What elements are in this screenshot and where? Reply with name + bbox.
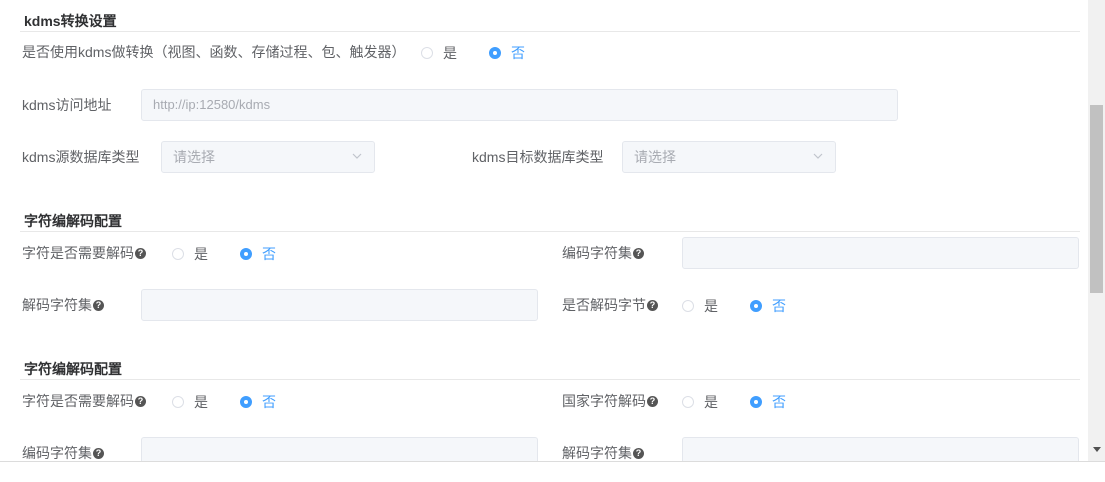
decode-charset-2-input[interactable] [682, 437, 1079, 461]
kdms-target-db-select[interactable]: 请选择 [622, 141, 836, 173]
radio-label: 否 [262, 246, 276, 262]
kdms-use-yes-radio[interactable]: 是 [421, 43, 457, 63]
question-circle-icon[interactable]: ? [633, 447, 644, 459]
radio-unchecked-icon [172, 248, 184, 260]
scroll-down-arrow-icon[interactable] [1093, 447, 1101, 452]
kdms-use-no-radio[interactable]: 否 [489, 43, 525, 63]
kdms-source-db-label: kdms源数据库类型 [22, 149, 140, 165]
kdms-use-label: 是否使用kdms做转换（视图、函数、存储过程、包、触发器） [22, 44, 406, 60]
footer-area [0, 462, 1105, 482]
radio-checked-icon [489, 47, 501, 59]
select-placeholder: 请选择 [634, 149, 676, 165]
need-decode-2-no-radio[interactable]: 否 [240, 392, 276, 412]
radio-label: 是 [194, 246, 208, 262]
radio-unchecked-icon [172, 396, 184, 408]
radio-checked-icon [750, 396, 762, 408]
charset2-section-divider [20, 379, 1080, 380]
label-text: 解码字符集 [562, 445, 632, 461]
select-placeholder: 请选择 [173, 149, 215, 165]
radio-label: 否 [511, 45, 525, 61]
radio-unchecked-icon [421, 47, 433, 59]
kdms-url-label: kdms访问地址 [22, 97, 112, 113]
question-circle-icon[interactable]: ? [135, 395, 146, 407]
charset2-section-title: 字符编解码配置 [24, 361, 122, 377]
chevron-down-icon [352, 153, 362, 159]
question-circle-icon[interactable]: ? [647, 299, 658, 311]
kdms-source-db-select[interactable]: 请选择 [161, 141, 375, 173]
kdms-url-input[interactable]: http://ip:12580/kdms [141, 89, 898, 121]
label-text: 字符是否需要解码 [22, 245, 134, 261]
decode-charset-input[interactable] [141, 289, 538, 321]
national-decode-no-radio[interactable]: 否 [750, 392, 786, 412]
radio-label: 否 [262, 394, 276, 410]
radio-checked-icon [240, 396, 252, 408]
decode-charset-label: 解码字符集? [22, 295, 104, 315]
encode-charset-input[interactable] [682, 237, 1079, 269]
need-decode-no-radio[interactable]: 否 [240, 244, 276, 264]
label-text: 是否解码字节 [562, 297, 646, 313]
kdms-target-db-label: kdms目标数据库类型 [472, 149, 604, 165]
radio-unchecked-icon [682, 396, 694, 408]
encode-charset-label: 编码字符集? [562, 243, 644, 263]
vertical-scrollbar[interactable] [1088, 0, 1105, 461]
encode-charset-2-label: 编码字符集? [22, 443, 104, 463]
need-decode-2-label: 字符是否需要解码? [22, 391, 146, 411]
radio-checked-icon [240, 248, 252, 260]
radio-checked-icon [750, 300, 762, 312]
encode-charset-2-input[interactable] [141, 437, 538, 461]
question-circle-icon[interactable]: ? [647, 395, 658, 407]
question-circle-icon[interactable]: ? [633, 247, 644, 259]
charset-section-divider [20, 231, 1080, 232]
bottom-divider [0, 461, 1105, 462]
kdms-section-divider [20, 31, 1080, 32]
radio-label: 是 [194, 394, 208, 410]
kdms-section-title: kdms转换设置 [24, 13, 117, 29]
question-circle-icon[interactable]: ? [93, 447, 104, 459]
label-text: 编码字符集 [562, 245, 632, 261]
need-decode-yes-radio[interactable]: 是 [172, 244, 208, 264]
radio-label: 是 [443, 45, 457, 61]
radio-label: 是 [704, 394, 718, 410]
national-decode-label: 国家字符解码? [562, 391, 658, 411]
label-text: 解码字符集 [22, 297, 92, 313]
need-decode-label: 字符是否需要解码? [22, 243, 146, 263]
chevron-down-icon [813, 153, 823, 159]
radio-label: 是 [704, 298, 718, 314]
decode-bytes-label: 是否解码字节? [562, 295, 658, 315]
radio-label: 否 [772, 298, 786, 314]
question-circle-icon[interactable]: ? [93, 299, 104, 311]
national-decode-yes-radio[interactable]: 是 [682, 392, 718, 412]
label-text: 字符是否需要解码 [22, 393, 134, 409]
scrollbar-thumb[interactable] [1090, 105, 1103, 293]
label-text: 国家字符解码 [562, 393, 646, 409]
label-text: 编码字符集 [22, 445, 92, 461]
decode-bytes-no-radio[interactable]: 否 [750, 296, 786, 316]
radio-label: 否 [772, 394, 786, 410]
charset-section-title: 字符编解码配置 [24, 213, 122, 229]
radio-unchecked-icon [682, 300, 694, 312]
decode-bytes-yes-radio[interactable]: 是 [682, 296, 718, 316]
question-circle-icon[interactable]: ? [135, 247, 146, 259]
need-decode-2-yes-radio[interactable]: 是 [172, 392, 208, 412]
decode-charset-2-label: 解码字符集? [562, 443, 644, 463]
